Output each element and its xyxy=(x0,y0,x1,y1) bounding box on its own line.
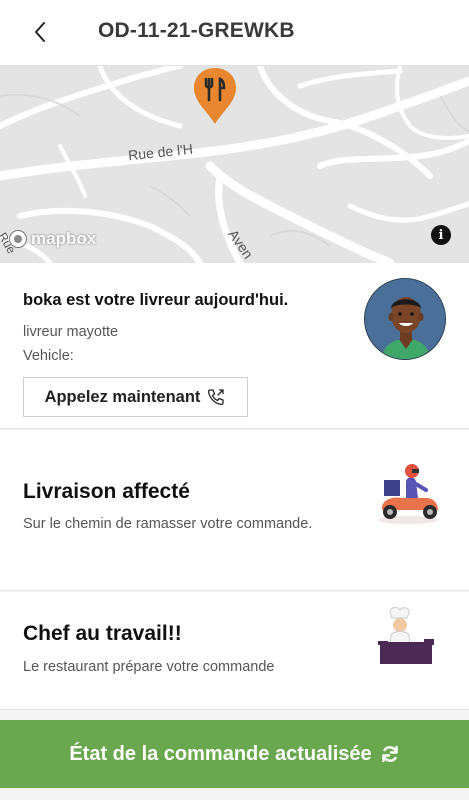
refresh-label: État de la commande actualisée xyxy=(69,742,372,765)
status-card-assigned: Livraison affecté Sur le chemin de ramas… xyxy=(0,430,469,591)
phone-outgoing-icon xyxy=(208,389,225,406)
back-button[interactable] xyxy=(22,14,58,50)
driver-avatar-illustration xyxy=(365,279,445,359)
bottom-spacer xyxy=(0,788,469,800)
status-title: Chef au travail!! xyxy=(23,622,182,645)
status-card-chef: Chef au travail!! Le restaurant prépare … xyxy=(0,592,469,710)
mapbox-logo: mapbox xyxy=(8,229,96,249)
vehicle-line: Vehicle: xyxy=(23,348,74,364)
call-now-button[interactable]: Appelez maintenant xyxy=(23,377,248,417)
chevron-left-icon xyxy=(35,22,45,42)
delivery-scooter-icon xyxy=(378,464,438,524)
status-description: Sur le chemin de ramasser votre commande… xyxy=(23,516,313,532)
restaurant-pin-icon[interactable] xyxy=(192,66,238,126)
status-title: Livraison affecté xyxy=(23,480,190,503)
mapbox-icon xyxy=(9,230,27,248)
refresh-icon xyxy=(381,745,398,763)
call-button-label: Appelez maintenant xyxy=(44,387,201,406)
info-button[interactable]: i xyxy=(431,225,451,245)
mapbox-wordmark: mapbox xyxy=(31,229,97,248)
driver-headline: boka est votre livreur aujourd'hui. xyxy=(23,291,289,309)
driver-name-line: livreur mayotte xyxy=(23,324,119,340)
status-description: Le restaurant prépare votre commande xyxy=(23,659,275,675)
order-id-title: OD-11-21-GREWKB xyxy=(98,19,295,42)
refresh-status-button[interactable]: État de la commande actualisée xyxy=(0,720,469,788)
top-bar: OD-11-21-GREWKB xyxy=(0,0,469,66)
driver-avatar xyxy=(364,278,446,360)
chef-cooking-icon xyxy=(378,607,434,664)
